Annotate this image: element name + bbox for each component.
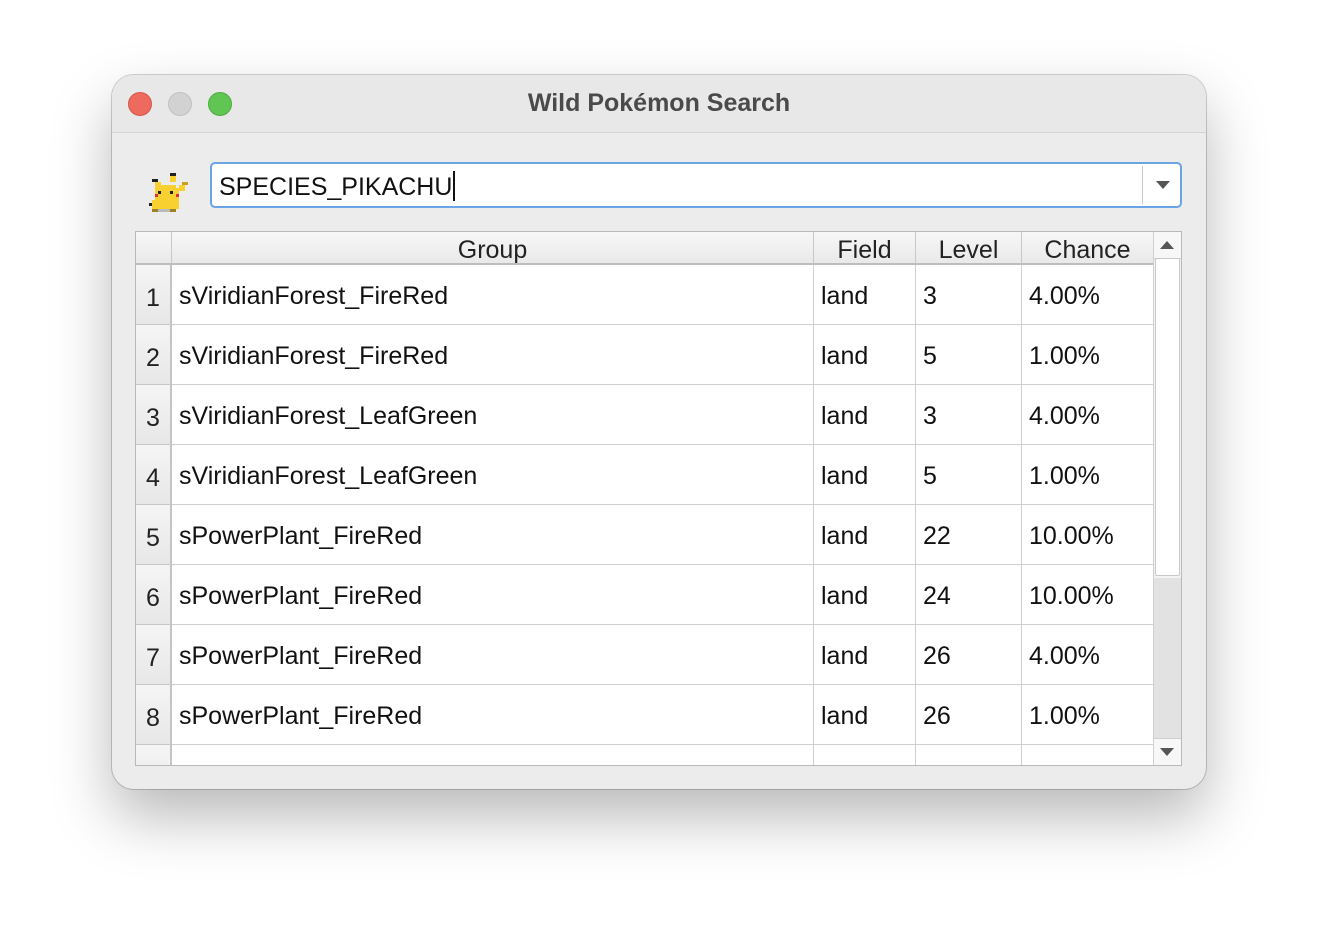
table-row[interactable]: 5 sPowerPlant_FireRed land 22 10.00% bbox=[136, 505, 1154, 565]
field-cell[interactable]: land bbox=[814, 745, 916, 765]
row-header[interactable]: 2 bbox=[136, 325, 172, 385]
pikachu-sprite-icon bbox=[143, 170, 191, 218]
table-row[interactable]: 7 sPowerPlant_FireRed land 26 4.00% bbox=[136, 625, 1154, 685]
scroll-up-arrow-icon[interactable] bbox=[1154, 232, 1181, 259]
column-header-field[interactable]: Field bbox=[814, 232, 916, 265]
table-row[interactable]: 3 sViridianForest_LeafGreen land 3 4.00% bbox=[136, 385, 1154, 445]
group-cell[interactable]: sPowerPlant_FireRed bbox=[172, 625, 814, 685]
group-cell[interactable]: sPowerPlant_LeafGreen bbox=[172, 745, 814, 765]
chance-cell[interactable]: 4.00% bbox=[1022, 625, 1154, 685]
row-header[interactable]: 5 bbox=[136, 505, 172, 565]
row-header[interactable]: 4 bbox=[136, 445, 172, 505]
level-cell[interactable]: 5 bbox=[916, 445, 1022, 505]
level-cell[interactable]: 5 bbox=[916, 325, 1022, 385]
chance-cell[interactable]: 4.00% bbox=[1022, 265, 1154, 325]
table-row[interactable]: 6 sPowerPlant_FireRed land 24 10.00% bbox=[136, 565, 1154, 625]
group-cell[interactable]: sViridianForest_LeafGreen bbox=[172, 445, 814, 505]
window-title: Wild Pokémon Search bbox=[527, 89, 791, 117]
level-cell[interactable]: 24 bbox=[916, 565, 1022, 625]
level-cell[interactable]: 26 bbox=[916, 685, 1022, 745]
column-header-chance[interactable]: Chance bbox=[1022, 232, 1154, 265]
level-cell[interactable]: 3 bbox=[916, 265, 1022, 325]
row-header[interactable]: 1 bbox=[136, 265, 172, 325]
field-cell[interactable]: land bbox=[814, 625, 916, 685]
scrollbar-thumb[interactable] bbox=[1155, 258, 1180, 576]
level-cell[interactable]: 22 bbox=[916, 745, 1022, 765]
table-row[interactable]: 2 sViridianForest_FireRed land 5 1.00% bbox=[136, 325, 1154, 385]
field-cell[interactable]: land bbox=[814, 685, 916, 745]
level-cell[interactable]: 3 bbox=[916, 385, 1022, 445]
species-input[interactable]: SPECIES_PIKACHU bbox=[219, 171, 456, 202]
field-cell[interactable]: land bbox=[814, 265, 916, 325]
column-header-group[interactable]: Group bbox=[172, 232, 814, 265]
row-header[interactable]: 7 bbox=[136, 625, 172, 685]
field-cell[interactable]: land bbox=[814, 505, 916, 565]
column-header-level[interactable]: Level bbox=[916, 232, 1022, 265]
species-combobox[interactable]: SPECIES_PIKACHU bbox=[210, 162, 1182, 208]
group-cell[interactable]: sViridianForest_FireRed bbox=[172, 265, 814, 325]
group-cell[interactable]: sPowerPlant_FireRed bbox=[172, 685, 814, 745]
title-bar[interactable]: Wild Pokémon Search bbox=[112, 75, 1206, 133]
results-table[interactable]: Group Field Level Chance 1 sViridianFore… bbox=[135, 231, 1182, 766]
chance-cell[interactable]: 1.00% bbox=[1022, 325, 1154, 385]
field-cell[interactable]: land bbox=[814, 385, 916, 445]
scroll-down-arrow-icon[interactable] bbox=[1154, 738, 1181, 765]
search-window: Wild Pokémon Search SPECIES_PIKACHU Grou… bbox=[112, 75, 1206, 789]
corner-header[interactable] bbox=[136, 232, 172, 265]
scrollbar-track[interactable] bbox=[1154, 578, 1181, 738]
chance-cell[interactable]: 1.00% bbox=[1022, 685, 1154, 745]
group-cell[interactable]: sPowerPlant_FireRed bbox=[172, 565, 814, 625]
chevron-down-icon[interactable] bbox=[1156, 181, 1170, 189]
text-cursor bbox=[453, 171, 456, 201]
field-cell[interactable]: land bbox=[814, 565, 916, 625]
group-cell[interactable]: sPowerPlant_FireRed bbox=[172, 505, 814, 565]
group-cell[interactable]: sViridianForest_FireRed bbox=[172, 325, 814, 385]
vertical-scrollbar[interactable] bbox=[1153, 232, 1181, 765]
chance-cell[interactable]: 10.00% bbox=[1022, 505, 1154, 565]
row-header[interactable]: 3 bbox=[136, 385, 172, 445]
field-cell[interactable]: land bbox=[814, 325, 916, 385]
table-row[interactable]: 4 sViridianForest_LeafGreen land 5 1.00% bbox=[136, 445, 1154, 505]
row-header[interactable]: 6 bbox=[136, 565, 172, 625]
table-row[interactable]: 8 sPowerPlant_FireRed land 26 1.00% bbox=[136, 685, 1154, 745]
row-header[interactable]: 8 bbox=[136, 685, 172, 745]
chance-cell[interactable]: 10.00% bbox=[1022, 565, 1154, 625]
field-cell[interactable]: land bbox=[814, 445, 916, 505]
chance-cell[interactable]: 10.00% bbox=[1022, 745, 1154, 765]
chance-cell[interactable]: 1.00% bbox=[1022, 445, 1154, 505]
table-row[interactable]: 1 sViridianForest_FireRed land 3 4.00% bbox=[136, 265, 1154, 325]
table-row[interactable]: 9 sPowerPlant_LeafGreen land 22 10.00% bbox=[136, 745, 1154, 765]
group-cell[interactable]: sViridianForest_LeafGreen bbox=[172, 385, 814, 445]
level-cell[interactable]: 26 bbox=[916, 625, 1022, 685]
row-header[interactable]: 9 bbox=[136, 745, 172, 765]
level-cell[interactable]: 22 bbox=[916, 505, 1022, 565]
chance-cell[interactable]: 4.00% bbox=[1022, 385, 1154, 445]
combo-divider bbox=[1142, 166, 1143, 204]
